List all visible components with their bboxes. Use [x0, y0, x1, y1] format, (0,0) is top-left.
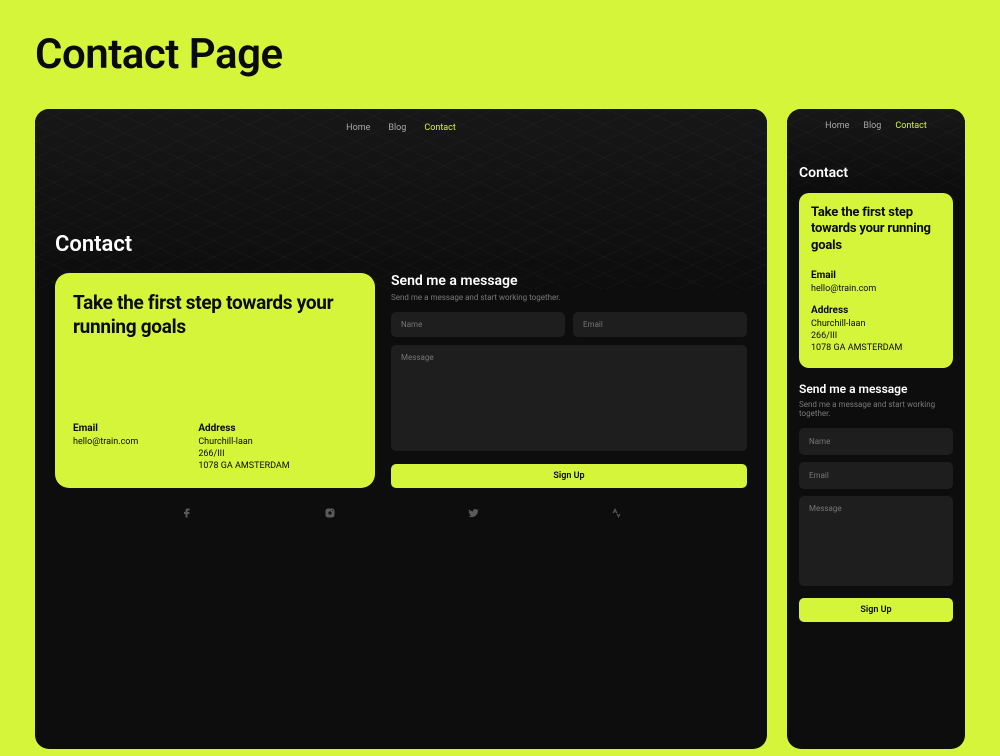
instagram-icon[interactable]: [323, 506, 337, 520]
nav-link-blog[interactable]: Blog: [863, 121, 881, 131]
preview-canvas: Home Blog Contact Contact Take the first…: [35, 109, 965, 749]
name-input[interactable]: [391, 312, 565, 337]
contact-info-card: Take the first step towards your running…: [799, 193, 953, 368]
email-value: hello@train.com: [811, 283, 941, 295]
twitter-icon[interactable]: [466, 506, 480, 520]
email-block: Email hello@train.com: [811, 270, 941, 295]
facebook-icon[interactable]: [180, 506, 194, 520]
email-label: Email: [73, 423, 138, 434]
card-title: Take the first step towards your running…: [811, 205, 941, 254]
form-subtitle: Send me a message and start working toge…: [391, 293, 747, 302]
contact-heading: Contact: [55, 232, 747, 257]
form-subtitle: Send me a message and start working toge…: [799, 400, 953, 418]
address-value: Churchill-laan 266/III 1078 GA AMSTERDAM: [198, 436, 289, 472]
form-title: Send me a message: [391, 273, 747, 289]
page-title: Contact Page: [35, 30, 965, 79]
signup-button[interactable]: Sign Up: [391, 464, 747, 488]
message-form-panel: Send me a message Send me a message and …: [391, 273, 747, 488]
strava-icon[interactable]: [609, 506, 623, 520]
form-title: Send me a message: [799, 382, 953, 396]
contact-heading: Contact: [799, 165, 953, 181]
signup-button[interactable]: Sign Up: [799, 598, 953, 622]
nav-link-blog[interactable]: Blog: [388, 123, 406, 133]
address-value: Churchill-laan 266/III 1078 GA AMSTERDAM: [811, 318, 941, 354]
nav-link-home[interactable]: Home: [346, 123, 370, 133]
email-input[interactable]: [573, 312, 747, 337]
email-label: Email: [811, 270, 941, 281]
message-textarea[interactable]: [799, 496, 953, 586]
contact-info-card: Take the first step towards your running…: [55, 273, 375, 488]
desktop-preview-frame: Home Blog Contact Contact Take the first…: [35, 109, 767, 749]
email-block: Email hello@train.com: [73, 423, 138, 472]
card-title: Take the first step towards your running…: [73, 291, 357, 339]
email-input[interactable]: [799, 462, 953, 489]
address-block: Address Churchill-laan 266/III 1078 GA A…: [198, 423, 289, 472]
address-label: Address: [811, 305, 941, 316]
email-value: hello@train.com: [73, 436, 138, 448]
name-input[interactable]: [799, 428, 953, 455]
nav-link-contact[interactable]: Contact: [895, 121, 926, 131]
social-row: [55, 488, 747, 520]
nav-link-contact[interactable]: Contact: [424, 123, 455, 133]
top-nav: Home Blog Contact: [35, 109, 767, 147]
message-form-panel: Send me a message Send me a message and …: [799, 382, 953, 622]
address-label: Address: [198, 423, 289, 434]
mobile-preview-frame: Home Blog Contact Contact Take the first…: [787, 109, 965, 749]
message-textarea[interactable]: [391, 345, 747, 451]
nav-link-home[interactable]: Home: [825, 121, 849, 131]
address-block: Address Churchill-laan 266/III 1078 GA A…: [811, 305, 941, 354]
top-nav: Home Blog Contact: [787, 109, 965, 143]
